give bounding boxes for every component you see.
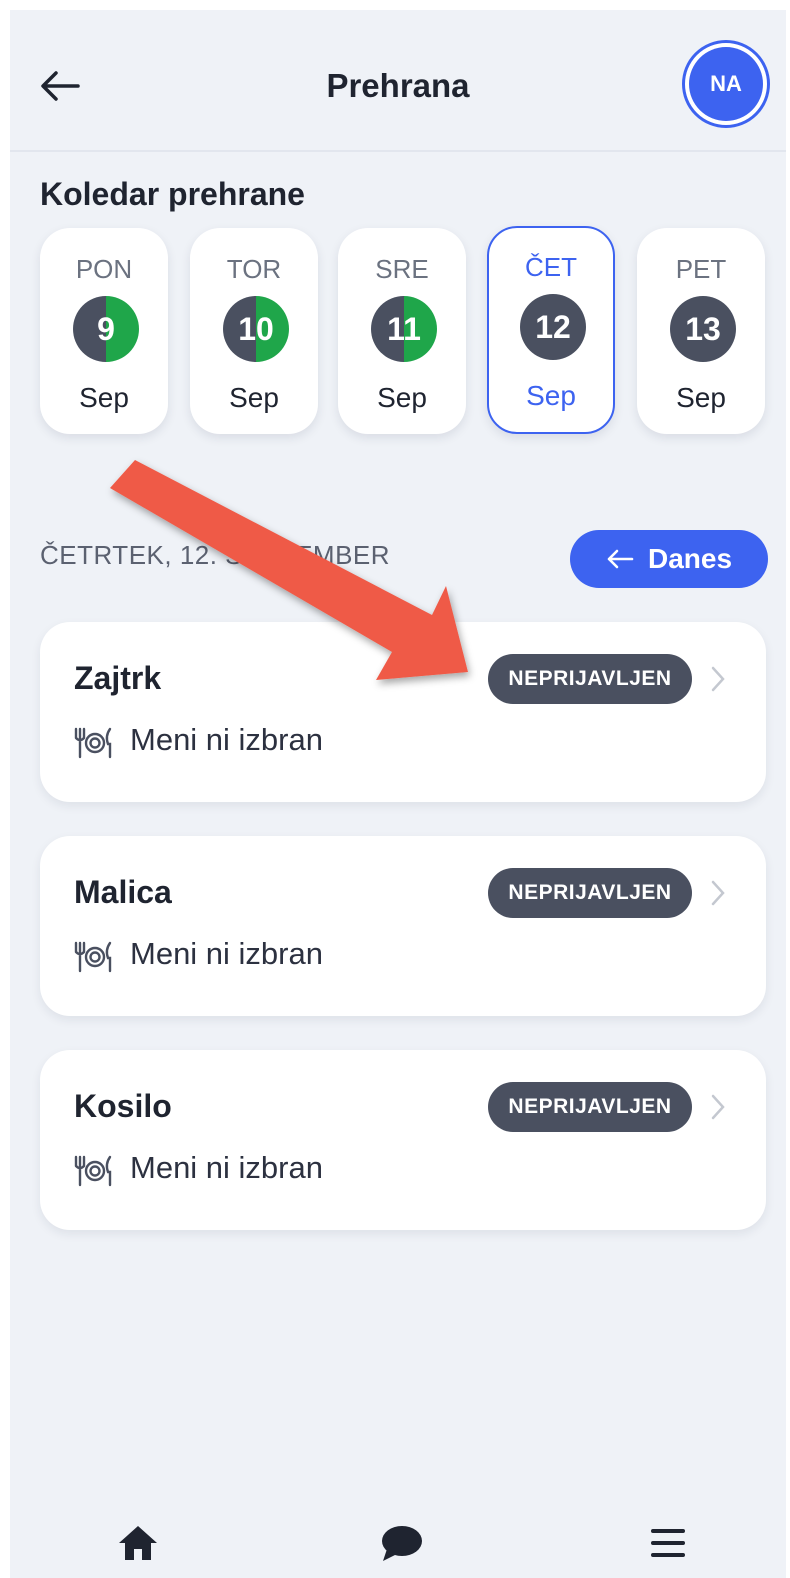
- chevron-right-icon: [711, 880, 725, 906]
- chevron-right-icon: [711, 1094, 725, 1120]
- status-badge: NEPRIJAVLJEN: [488, 1082, 692, 1132]
- meal-title: Kosilo: [74, 1088, 172, 1124]
- day-month: Sep: [79, 382, 129, 413]
- day-month: Sep: [377, 382, 427, 413]
- day-month: Sep: [526, 380, 576, 411]
- day-number: 11: [371, 296, 437, 362]
- status-badge: NEPRIJAVLJEN: [488, 868, 692, 918]
- app-screen: Prehrana NA Koledar prehrane PON 9 Sep T…: [10, 10, 786, 1578]
- avatar: NA: [689, 47, 763, 121]
- nav-chat[interactable]: [372, 1518, 432, 1568]
- day-number: 13: [670, 296, 736, 362]
- menu-icon: [651, 1529, 685, 1557]
- plate-cutlery-icon: [74, 1155, 112, 1187]
- meal-menu-text: Meni ni izbran: [130, 936, 323, 971]
- day-card-pet[interactable]: PET 13 Sep: [637, 228, 765, 434]
- calendar-strip: PON 9 Sep TOR 10 Sep SRE 11 Sep ČET 12 S…: [40, 226, 770, 438]
- meal-card-zajtrk[interactable]: Zajtrk NEPRIJAVLJEN Meni ni izbran: [40, 622, 766, 802]
- status-badge: NEPRIJAVLJEN: [488, 654, 692, 704]
- calendar-title: Koledar prehrane: [40, 176, 305, 212]
- day-name: ČET: [525, 252, 577, 282]
- today-button[interactable]: Danes: [570, 530, 768, 588]
- arrow-left-icon: [607, 549, 634, 569]
- day-card-tor[interactable]: TOR 10 Sep: [190, 228, 318, 434]
- day-name: TOR: [226, 254, 282, 284]
- selected-date-label: ČETRTEK, 12. SEPTEMBER: [40, 540, 391, 570]
- day-month: Sep: [229, 382, 279, 413]
- day-name: PET: [675, 254, 727, 284]
- day-card-cet[interactable]: ČET 12 Sep: [487, 226, 615, 434]
- day-month: Sep: [676, 382, 726, 413]
- chat-icon: [382, 1526, 422, 1561]
- avatar-button[interactable]: NA: [682, 40, 770, 128]
- day-card-pon[interactable]: PON 9 Sep: [40, 228, 168, 434]
- day-number: 10: [223, 296, 289, 362]
- bottom-nav: [10, 1508, 786, 1578]
- meal-card-kosilo[interactable]: Kosilo NEPRIJAVLJEN Meni ni izbran: [40, 1050, 766, 1230]
- meal-card-malica[interactable]: Malica NEPRIJAVLJEN Meni ni izbran: [40, 836, 766, 1016]
- nav-home[interactable]: [108, 1518, 168, 1568]
- plate-cutlery-icon: [74, 941, 112, 973]
- page-title: Prehrana: [326, 67, 470, 104]
- meal-menu-text: Meni ni izbran: [130, 1150, 323, 1185]
- today-button-label: Danes: [647, 543, 733, 574]
- meal-title: Zajtrk: [74, 660, 162, 696]
- day-name: PON: [75, 254, 133, 284]
- day-number: 12: [520, 294, 586, 360]
- home-icon: [119, 1526, 157, 1560]
- chevron-right-icon: [711, 666, 725, 692]
- header: Prehrana NA: [10, 10, 786, 152]
- meal-menu-text: Meni ni izbran: [130, 722, 323, 757]
- meal-title: Malica: [74, 874, 172, 910]
- nav-menu[interactable]: [638, 1518, 698, 1568]
- day-name: SRE: [375, 254, 429, 284]
- day-card-sre[interactable]: SRE 11 Sep: [338, 228, 466, 434]
- day-number: 9: [73, 296, 139, 362]
- plate-cutlery-icon: [74, 727, 112, 759]
